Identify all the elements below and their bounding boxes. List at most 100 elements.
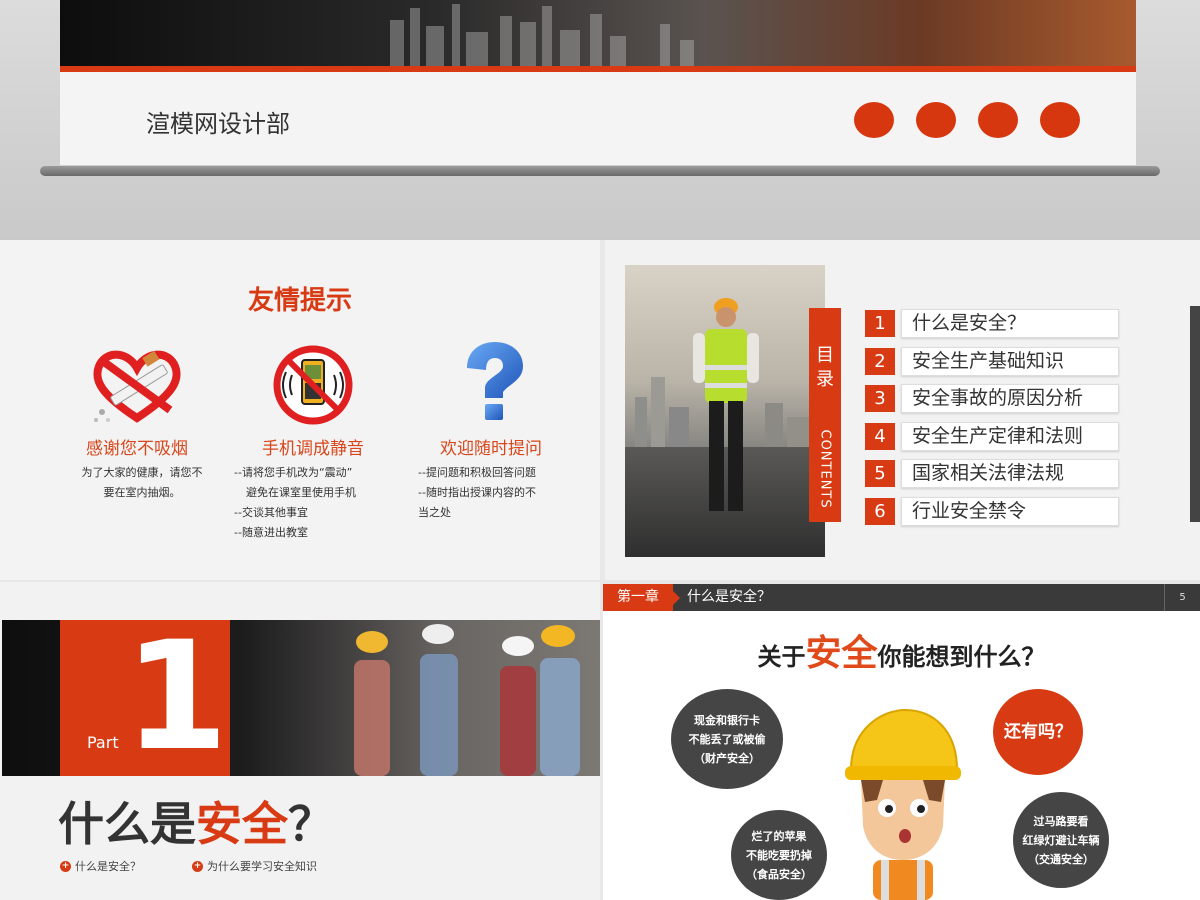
tip-line: --随时指出授课内容的不 (418, 486, 536, 499)
chapter-tag-arrow (673, 591, 680, 605)
tip-line: --交谈其他事宜 (234, 506, 308, 519)
question-mark-icon (406, 340, 576, 430)
chapter-question: 关于安全你能想到什么？ (603, 624, 1200, 676)
plus-bullet-icon: + (60, 860, 71, 872)
bubble-food-safety: 烂了的苹果 不能吃要扔掉 （食品安全） (731, 810, 827, 900)
contents-item-number: 3 (865, 385, 895, 412)
no-phone-icon (228, 340, 398, 430)
contents-item-label: 安全生产定律和法则 (901, 421, 1119, 451)
cartoon-worker-icon (845, 708, 961, 900)
tip-line: 当之处 (418, 506, 451, 519)
dot (978, 102, 1018, 138)
contents-item[interactable]: 1 什么是安全？ (865, 308, 1119, 339)
slides-overview: 渲模网设计部 友情提示 感谢您不吸烟 为了大家的健康，请您不 要在室内抽烟。 手… (0, 0, 1200, 900)
contents-item-label: 什么是安全？ (901, 309, 1119, 338)
tip-silent-phone: 手机调成静音 --请将您手机改为“震动” 避免在课室里使用手机 --交谈其他事宜… (228, 340, 398, 543)
bubble-line: 不能丢了或被偷 (688, 732, 766, 746)
city-skyline-banner (60, 0, 1136, 66)
bubble-property-safety: 现金和银行卡 不能丢了或被偷 （财产安全） (671, 689, 783, 789)
accent-line (60, 66, 1136, 72)
slide-chapter-1: 第一章 什么是安全？ 5 关于安全你能想到什么？ 现金和银行卡 不能丢了或被偷 … (603, 584, 1200, 900)
bubble-traffic-safety: 过马路要看 红绿灯避让车辆 （交通安全） (1013, 792, 1109, 888)
bubble-line: （财产安全） (694, 751, 760, 765)
dot (916, 102, 956, 138)
tip-heading: 手机调成静音 (262, 439, 364, 459)
workers-banner: 1 Part (2, 620, 600, 776)
contents-item[interactable]: 2 安全生产基础知识 (865, 346, 1119, 377)
contents-item[interactable]: 4 安全生产定律和法则 (865, 421, 1119, 452)
contents-item-number: 1 (865, 310, 895, 337)
contents-vertical-tab: 目录 CONTENTS (809, 308, 841, 522)
tip-questions: 欢迎随时提问 --提问题和积极回答问题 --随时指出授课内容的不 当之处 (406, 340, 576, 523)
tip-no-smoking: 感谢您不吸烟 为了大家的健康，请您不 要在室内抽烟。 (52, 340, 222, 503)
contents-item-label: 安全事故的原因分析 (901, 384, 1119, 413)
contents-item-label: 国家相关法律法规 (901, 459, 1119, 488)
tip-body: 为了大家的健康，请您不 要在室内抽烟。 (52, 463, 222, 503)
slide-friendly-tips: 友情提示 感谢您不吸烟 为了大家的健康，请您不 要在室内抽烟。 手机调成静音 -… (0, 240, 600, 580)
subtopic-label: 什么是安全？ (75, 860, 141, 873)
tip-line: --请将您手机改为“震动” (234, 466, 353, 479)
tip-line: 避免在课室里使用手机 (246, 486, 356, 499)
part-label: Part (87, 733, 119, 752)
question-text: 你能想到什么？ (877, 643, 1046, 671)
contents-item[interactable]: 3 安全事故的原因分析 (865, 383, 1119, 414)
bubble-line: 不能吃要扔掉 (746, 848, 812, 862)
worker-photo (625, 265, 825, 557)
heading-text: 什么是 (58, 797, 196, 851)
contents-label-en: CONTENTS (817, 429, 833, 509)
slide-part-1: 1 Part 什么是安全？ + 什么是安全？ + 为什么要学习安全知识 (0, 582, 600, 900)
dot (1040, 102, 1080, 138)
chapter-title: 什么是安全？ (687, 589, 771, 605)
contents-label-cn: 目录 (816, 345, 834, 390)
subtopic-item[interactable]: + 什么是安全？ (60, 858, 141, 874)
bubble-line: 过马路要看 (1033, 814, 1089, 828)
slide-contents: 目录 CONTENTS 1 什么是安全？ 2 安全生产基础知识 3 安全事故的原… (605, 240, 1200, 580)
tip-line: --随意进出教室 (234, 526, 308, 539)
projector-rail (40, 166, 1160, 176)
contents-item-number: 6 (865, 497, 895, 525)
part-number-box: 1 Part (60, 620, 230, 776)
tip-heading: 欢迎随时提问 (440, 439, 542, 459)
slide-cover-end: 渲模网设计部 (0, 0, 1200, 240)
contents-item-label: 行业安全禁令 (901, 496, 1119, 526)
no-smoking-icon (52, 340, 222, 430)
cover-card: 渲模网设计部 (60, 0, 1136, 165)
bubble-anything-else: 还有吗？ (993, 689, 1083, 775)
contents-list: 1 什么是安全？ 2 安全生产基础知识 3 安全事故的原因分析 4 安全生产定律… (865, 308, 1119, 533)
tip-line: 为了大家的健康，请您不 (81, 466, 203, 479)
tip-body: --请将您手机改为“震动” 避免在课室里使用手机 --交谈其他事宜 --随意进出… (228, 463, 398, 543)
bubble-line: （交通安全） (1028, 852, 1094, 866)
tip-line: 要在室内抽烟。 (103, 486, 181, 499)
part-heading: 什么是安全？ (58, 788, 334, 854)
page-number: 5 (1164, 584, 1200, 611)
bubble-line: 烂了的苹果 (751, 829, 807, 843)
contents-item[interactable]: 6 行业安全禁令 (865, 496, 1119, 527)
contents-item-number: 5 (865, 460, 895, 487)
tip-line: --提问题和积极回答问题 (418, 466, 536, 479)
slide-edge (1190, 306, 1200, 522)
plus-bullet-icon: + (192, 860, 203, 872)
heading-highlight: 安全 (196, 797, 288, 851)
chapter-tag: 第一章 (603, 584, 673, 611)
question-highlight: 安全 (805, 633, 878, 674)
subtopic-item[interactable]: + 为什么要学习安全知识 (192, 858, 317, 874)
contents-item-number: 4 (865, 422, 895, 450)
decorative-dots (854, 102, 1080, 138)
bubble-line: 还有吗？ (1004, 721, 1072, 742)
bubble-line: 现金和银行卡 (694, 713, 760, 727)
department-name: 渲模网设计部 (146, 110, 290, 138)
contents-item[interactable]: 5 国家相关法律法规 (865, 458, 1119, 489)
contents-item-label: 安全生产基础知识 (901, 346, 1119, 376)
heading-text: ？ (288, 797, 334, 851)
dot (854, 102, 894, 138)
tip-body: --提问题和积极回答问题 --随时指出授课内容的不 当之处 (406, 463, 576, 523)
question-text: 关于 (757, 643, 806, 671)
tips-title: 友情提示 (247, 286, 352, 316)
chapter-header-bar: 第一章 什么是安全？ 5 (603, 584, 1200, 611)
part-number: 1 (124, 620, 229, 776)
subtopic-label: 为什么要学习安全知识 (207, 860, 317, 873)
bubble-line: 红绿灯避让车辆 (1022, 833, 1100, 847)
tip-heading: 感谢您不吸烟 (86, 439, 188, 459)
bubble-line: （食品安全） (746, 867, 812, 881)
contents-item-number: 2 (865, 347, 895, 375)
